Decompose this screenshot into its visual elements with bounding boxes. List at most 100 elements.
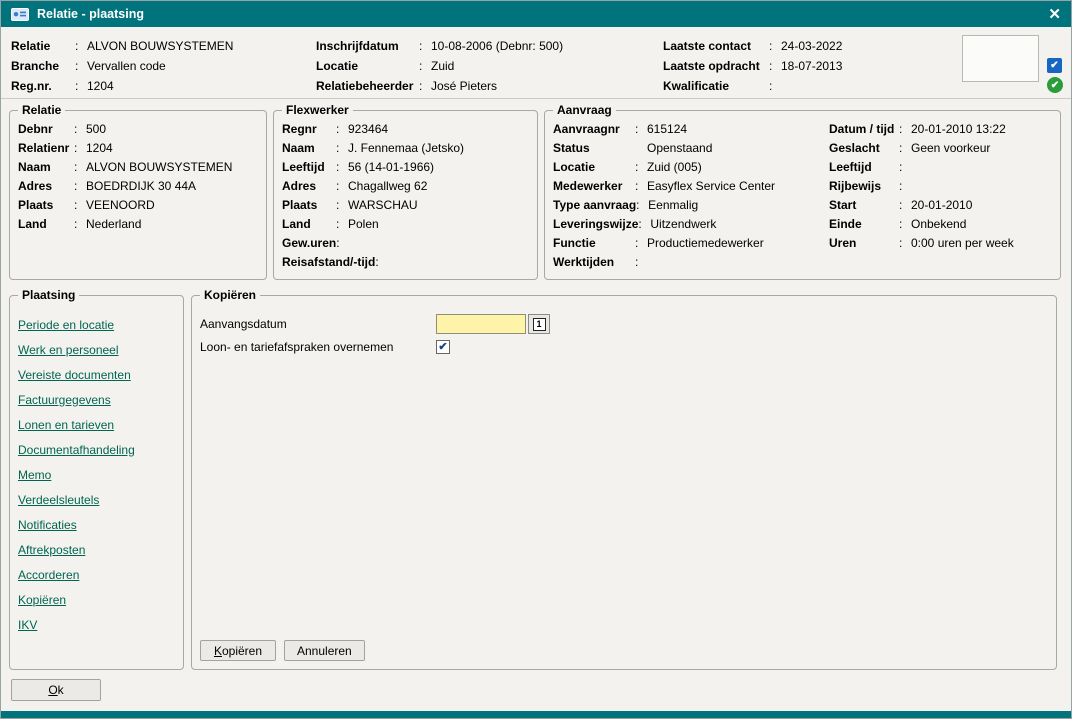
dialog-window: Relatie - plaatsing ✕ Relatie:ALVON BOUW… xyxy=(0,0,1072,719)
field-value: 1204 xyxy=(86,141,113,155)
field-value: Openstaand xyxy=(647,141,712,155)
field-value: VEENOORD xyxy=(86,198,155,212)
field-value: Zuid xyxy=(431,59,454,73)
colon: : xyxy=(638,217,650,231)
field-label: Laatste opdracht xyxy=(663,59,769,73)
field-value: José Pieters xyxy=(431,79,497,93)
colon: : xyxy=(899,160,911,174)
colon: : xyxy=(74,179,86,193)
link-memo[interactable]: Memo xyxy=(18,468,51,482)
field-row: Regnr:923464 xyxy=(282,119,529,138)
colon: : xyxy=(636,198,648,212)
colon: : xyxy=(899,198,911,212)
link-verdeelsleutels[interactable]: Verdeelsleutels xyxy=(18,493,99,507)
field-label: Reisafstand/-tijd xyxy=(282,255,375,269)
field-label: Naam xyxy=(282,141,336,155)
header-summary: Relatie:ALVON BOUWSYSTEMEN Branche:Verva… xyxy=(1,27,1071,99)
field-label: Debnr xyxy=(18,122,74,136)
link-factuurgegevens[interactable]: Factuurgegevens xyxy=(18,393,111,407)
field-label: Reg.nr. xyxy=(11,79,75,93)
field-value: Eenmalig xyxy=(648,198,698,212)
aanvraag-columns: Aanvraagnr:615124 StatusOpenstaand Locat… xyxy=(553,117,1052,271)
field-value: Vervallen code xyxy=(87,59,166,73)
field-value: Onbekend xyxy=(911,217,966,231)
aanvangsdatum-input[interactable] xyxy=(436,314,526,334)
annuleren-button[interactable]: Annuleren xyxy=(284,640,365,661)
ok-button[interactable]: Ok xyxy=(11,679,101,701)
loon-checkbox[interactable]: ✔ xyxy=(436,340,450,354)
kopieren-button[interactable]: Kopiëren xyxy=(200,640,276,661)
field-label: Land xyxy=(18,217,74,231)
field-value: 20-01-2010 xyxy=(911,198,972,212)
field-row: Adres:BOEDRDIJK 30 44A xyxy=(18,176,258,195)
plaatsing-legend: Plaatsing xyxy=(18,288,79,302)
link-kopieren[interactable]: Kopiëren xyxy=(18,593,66,607)
field-value: 923464 xyxy=(348,122,388,136)
header-row: Kwalificatie: xyxy=(663,76,842,96)
field-row: Relatienr:1204 xyxy=(18,138,258,157)
aanvraag-panel: Aanvraag Aanvraagnr:615124 StatusOpensta… xyxy=(544,103,1061,280)
field-label: Leveringswijze xyxy=(553,217,638,231)
header-row: Branche:Vervallen code xyxy=(11,56,233,76)
field-label: Inschrijfdatum xyxy=(316,39,419,53)
header-col-relatie: Relatie:ALVON BOUWSYSTEMEN Branche:Verva… xyxy=(11,36,233,96)
link-vereiste-documenten[interactable]: Vereiste documenten xyxy=(18,368,131,382)
colon: : xyxy=(336,179,348,193)
field-label: Functie xyxy=(553,236,635,250)
field-row: Datum / tijd:20-01-2010 13:22 xyxy=(829,119,1052,138)
field-value: 18-07-2013 xyxy=(781,59,842,73)
colon: : xyxy=(899,141,911,155)
field-row: Geslacht:Geen voorkeur xyxy=(829,138,1052,157)
field-label: Kwalificatie xyxy=(663,79,769,93)
field-row: Rijbewijs: xyxy=(829,176,1052,195)
colon: : xyxy=(336,141,348,155)
field-label: Type aanvraag xyxy=(553,198,636,212)
field-value: Polen xyxy=(348,217,379,231)
field-row: Uren:0:00 uren per week xyxy=(829,233,1052,252)
header-row: Relatie:ALVON BOUWSYSTEMEN xyxy=(11,36,233,56)
link-accorderen[interactable]: Accorderen xyxy=(18,568,79,582)
field-row: Naam:J. Fennemaa (Jetsko) xyxy=(282,138,529,157)
header-row: Reg.nr.:1204 xyxy=(11,76,233,96)
blue-checkbox-icon[interactable]: ✔ xyxy=(1047,58,1062,73)
aanvangsdatum-label: Aanvangsdatum xyxy=(200,317,436,331)
kopieren-legend: Kopiëren xyxy=(200,288,260,302)
field-value: ALVON BOUWSYSTEMEN xyxy=(86,160,232,174)
colon: : xyxy=(419,79,431,93)
colon: : xyxy=(336,122,348,136)
colon: : xyxy=(635,179,647,193)
colon: : xyxy=(635,236,647,250)
colon: : xyxy=(336,160,348,174)
link-lonen-en-tarieven[interactable]: Lonen en tarieven xyxy=(18,418,114,432)
colon: : xyxy=(899,179,911,193)
field-value: Chagallweg 62 xyxy=(348,179,427,193)
link-ikv[interactable]: IKV xyxy=(18,618,37,632)
field-value: Zuid (005) xyxy=(647,160,702,174)
field-row: Land:Nederland xyxy=(18,214,258,233)
field-value: WARSCHAU xyxy=(348,198,418,212)
relatie-panel: Relatie Debnr:500 Relatienr:1204 Naam:AL… xyxy=(9,103,267,280)
field-label: Regnr xyxy=(282,122,336,136)
field-label: Relatiebeheerder xyxy=(316,79,419,93)
title-bar: Relatie - plaatsing ✕ xyxy=(1,1,1071,27)
close-icon[interactable]: ✕ xyxy=(1048,7,1061,22)
field-label: Werktijden xyxy=(553,255,635,269)
photo-placeholder xyxy=(962,35,1039,82)
link-periode-en-locatie[interactable]: Periode en locatie xyxy=(18,318,114,332)
link-notificaties[interactable]: Notificaties xyxy=(18,518,77,532)
field-label: Plaats xyxy=(18,198,74,212)
link-aftrekposten[interactable]: Aftrekposten xyxy=(18,543,85,557)
aanvangsdatum-row: Aanvangsdatum 1 xyxy=(200,314,1048,334)
field-value: Easyflex Service Center xyxy=(647,179,775,193)
field-row: Reisafstand/-tijd: xyxy=(282,252,529,271)
field-label: Leeftijd xyxy=(829,160,899,174)
header-col-laatste: Laatste contact:24-03-2022 Laatste opdra… xyxy=(663,36,842,96)
colon: : xyxy=(75,79,87,93)
colon: : xyxy=(769,39,781,53)
link-documentafhandeling[interactable]: Documentafhandeling xyxy=(18,443,135,457)
link-werk-en-personeel[interactable]: Werk en personeel xyxy=(18,343,119,357)
field-label: Land xyxy=(282,217,336,231)
field-value: Productiemedewerker xyxy=(647,236,764,250)
colon: : xyxy=(336,236,348,250)
calendar-button[interactable]: 1 xyxy=(528,314,550,334)
